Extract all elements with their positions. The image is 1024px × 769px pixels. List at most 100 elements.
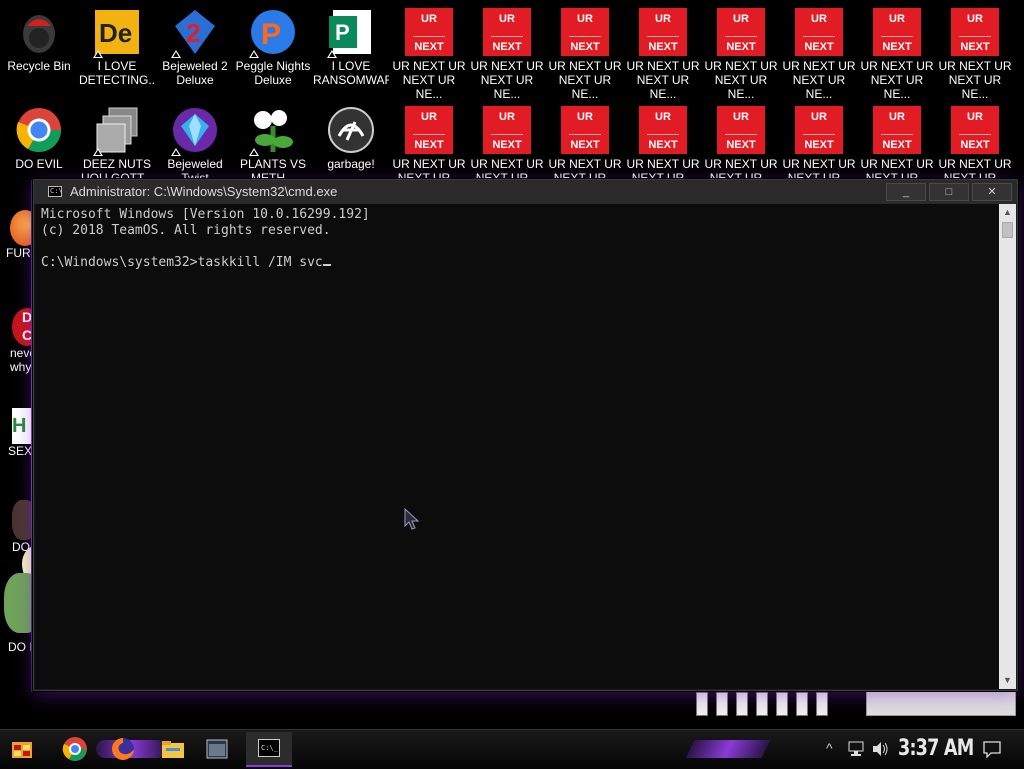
desktop-icon-ur-next-1[interactable]: UR NEXT UR NEXT UR NEXT UR NE...	[391, 8, 467, 101]
desktop-icon-peggle-nights[interactable]: P Peggle Nights Deluxe	[235, 8, 311, 87]
desktop-icon-ur-next-6[interactable]: UR NEXT UR NEXT UR NEXT UR NE...	[781, 8, 857, 101]
plants-vs-icon	[249, 106, 297, 156]
desktop-icon-bejeweled-2[interactable]: 2 Bejeweled 2 Deluxe	[157, 8, 233, 87]
desktop-icon-ur-next-b1[interactable]: UR NEXT UR NEXT UR NEXT UR...	[391, 106, 467, 185]
svg-text:P: P	[335, 20, 350, 45]
peggle-nights-icon: P	[249, 8, 297, 58]
desktop-icon-plants-vs[interactable]: PLANTS VS METH...	[235, 106, 311, 185]
desktop-icon-ur-next-b2[interactable]: UR NEXT UR NEXT UR NEXT UR...	[469, 106, 545, 185]
file-explorer-icon[interactable]	[160, 736, 188, 764]
ur-next-b7-icon: UR NEXT	[873, 106, 921, 154]
svg-text:C:\_: C:\_	[261, 744, 279, 752]
svg-text:De: De	[99, 18, 132, 48]
desktop-icon-ur-next-8[interactable]: UR NEXT UR NEXT UR NEXT UR NE...	[937, 8, 1013, 101]
svg-text:2: 2	[186, 18, 200, 48]
do-evil-icon	[15, 106, 63, 154]
ur-next-b4-icon: UR NEXT	[639, 106, 687, 154]
deez-nuts-icon	[93, 106, 141, 156]
scroll-up-icon[interactable]: ▲	[999, 204, 1016, 221]
ur-next-4-icon: UR NEXT	[639, 8, 687, 56]
i-love-ransomware-icon: P	[327, 8, 375, 58]
desktop-icon-label: DO EVIL	[15, 157, 63, 171]
desktop-icon-i-love-ransomware[interactable]: P I LOVE RANSOMWARE	[313, 8, 389, 87]
tile-top-text: UR	[967, 111, 983, 123]
desktop-icon-label: UR NEXT UR NEXT UR NE...	[626, 59, 700, 101]
desktop-icon-ur-next-b7[interactable]: UR NEXT UR NEXT UR NEXT UR...	[859, 106, 935, 185]
piano-keys-decoration	[694, 692, 844, 718]
vertical-scrollbar[interactable]: ▲ ▼	[999, 204, 1016, 689]
ur-next-1-icon: UR NEXT	[405, 8, 453, 56]
desktop-icon-ur-next-b5[interactable]: UR NEXT UR NEXT UR NEXT UR...	[703, 106, 779, 185]
ur-next-2-icon: UR NEXT	[483, 8, 531, 56]
taskbar: C:\_ ^ 3:37 AM	[0, 729, 1024, 769]
chrome-icon[interactable]	[62, 736, 90, 764]
close-button[interactable]: ✕	[972, 183, 1012, 201]
desktop-icon-recycle-bin[interactable]: Recycle Bin	[1, 8, 77, 73]
volume-icon[interactable]	[871, 741, 889, 757]
shortcut-arrow-icon	[93, 148, 103, 156]
desktop-icon-ur-next-4[interactable]: UR NEXT UR NEXT UR NEXT UR NE...	[625, 8, 701, 101]
network-icon[interactable]	[847, 741, 865, 757]
tile-top-text: UR	[577, 13, 593, 25]
shortcut-arrow-icon	[327, 50, 337, 58]
desktop-icon-ur-next-b8[interactable]: UR NEXT UR NEXT UR NEXT UR...	[937, 106, 1013, 185]
tile-top-text: UR	[577, 111, 593, 123]
desktop-icon-ur-next-b6[interactable]: UR NEXT UR NEXT UR NEXT UR...	[781, 106, 857, 185]
desktop-icon-garbage[interactable]: garbage!	[313, 106, 389, 171]
desktop-icon-ur-next-2[interactable]: UR NEXT UR NEXT UR NEXT UR NE...	[469, 8, 545, 101]
firefox-icon[interactable]	[110, 736, 138, 764]
desktop-icon-ur-next-b4[interactable]: UR NEXT UR NEXT UR NEXT UR...	[625, 106, 701, 185]
scroll-down-icon[interactable]: ▼	[999, 672, 1016, 689]
ur-next-7-icon: UR NEXT	[873, 8, 921, 56]
tile-bottom-text: NEXT	[882, 139, 912, 151]
tile-top-text: UR	[733, 13, 749, 25]
desktop-icon-label: UR NEXT UR NEXT UR NE...	[782, 59, 856, 101]
tile-bottom-text: NEXT	[414, 139, 444, 151]
minimize-button[interactable]: _	[886, 183, 926, 201]
desktop-icon-do-evil[interactable]: DO EVIL	[1, 106, 77, 171]
garbage-icon	[327, 106, 375, 154]
tile-top-text: UR	[733, 111, 749, 123]
console-line: (c) 2018 TeamOS. All rights reserved.	[41, 223, 331, 238]
desktop-icon-label: UR NEXT UR NEXT UR NE...	[860, 59, 934, 101]
cmd-taskbar-button[interactable]: C:\_	[246, 732, 292, 767]
shortcut-arrow-icon	[249, 50, 259, 58]
desktop-icon-label: UR NEXT UR NEXT UR NE...	[392, 59, 466, 101]
desktop-icon-i-love-detecting[interactable]: De I LOVE DETECTING...	[79, 8, 155, 87]
tile-bottom-text: NEXT	[648, 139, 678, 151]
tile-top-text: UR	[655, 13, 671, 25]
notification-icon[interactable]	[983, 740, 1001, 758]
scroll-thumb[interactable]	[1002, 222, 1013, 238]
svg-text:P: P	[261, 18, 281, 51]
tile-bottom-text: NEXT	[726, 139, 756, 151]
tile-bottom-text: NEXT	[882, 41, 912, 53]
tile-top-text: UR	[421, 13, 437, 25]
taskbar-clock[interactable]: 3:37 AM	[898, 736, 974, 761]
ur-next-5-icon: UR NEXT	[717, 8, 765, 56]
start-button-icon[interactable]	[8, 736, 36, 764]
desktop-icon-deez-nuts[interactable]: DEEZ NUTS UOU GOTT...	[79, 106, 155, 185]
tile-bottom-text: NEXT	[492, 139, 522, 151]
bejeweled-2-icon: 2	[171, 8, 219, 58]
i-love-detecting-icon: De	[93, 8, 141, 58]
tile-top-text: UR	[811, 13, 827, 25]
desktop-icon-label: UR NEXT UR NEXT UR NE...	[470, 59, 544, 101]
cmd-titlebar[interactable]: C:\ Administrator: C:\Windows\System32\c…	[34, 180, 1017, 204]
desktop-icon-ur-next-5[interactable]: UR NEXT UR NEXT UR NEXT UR NE...	[703, 8, 779, 101]
mouse-pointer-icon	[404, 508, 420, 530]
desktop-icon-ur-next-b3[interactable]: UR NEXT UR NEXT UR NEXT UR...	[547, 106, 623, 185]
maximize-button[interactable]: □	[929, 183, 969, 201]
tile-bottom-text: NEXT	[648, 41, 678, 53]
desktop-icon-ur-next-7[interactable]: UR NEXT UR NEXT UR NEXT UR NE...	[859, 8, 935, 101]
desktop-icon-label: Recycle Bin	[7, 59, 71, 73]
taskbar-purple-decoration-right	[685, 740, 771, 758]
cmd-window[interactable]: C:\ Administrator: C:\Windows\System32\c…	[33, 179, 1018, 691]
console-prompt-line: C:\Windows\system32>taskkill /IM svc	[41, 255, 323, 270]
desktop-icon-ur-next-3[interactable]: UR NEXT UR NEXT UR NEXT UR NE...	[547, 8, 623, 101]
desktop-icon-label: Bejeweled 2 Deluxe	[162, 59, 228, 87]
console-output[interactable]: Microsoft Windows [Version 10.0.16299.19…	[35, 204, 999, 689]
desktop-icon-label: UR NEXT UR NEXT UR NE...	[548, 59, 622, 101]
app-window-icon[interactable]	[204, 736, 232, 764]
desktop-icon-bejeweled[interactable]: Bejeweled Twist	[157, 106, 233, 185]
show-hidden-icons-button[interactable]: ^	[826, 740, 833, 756]
